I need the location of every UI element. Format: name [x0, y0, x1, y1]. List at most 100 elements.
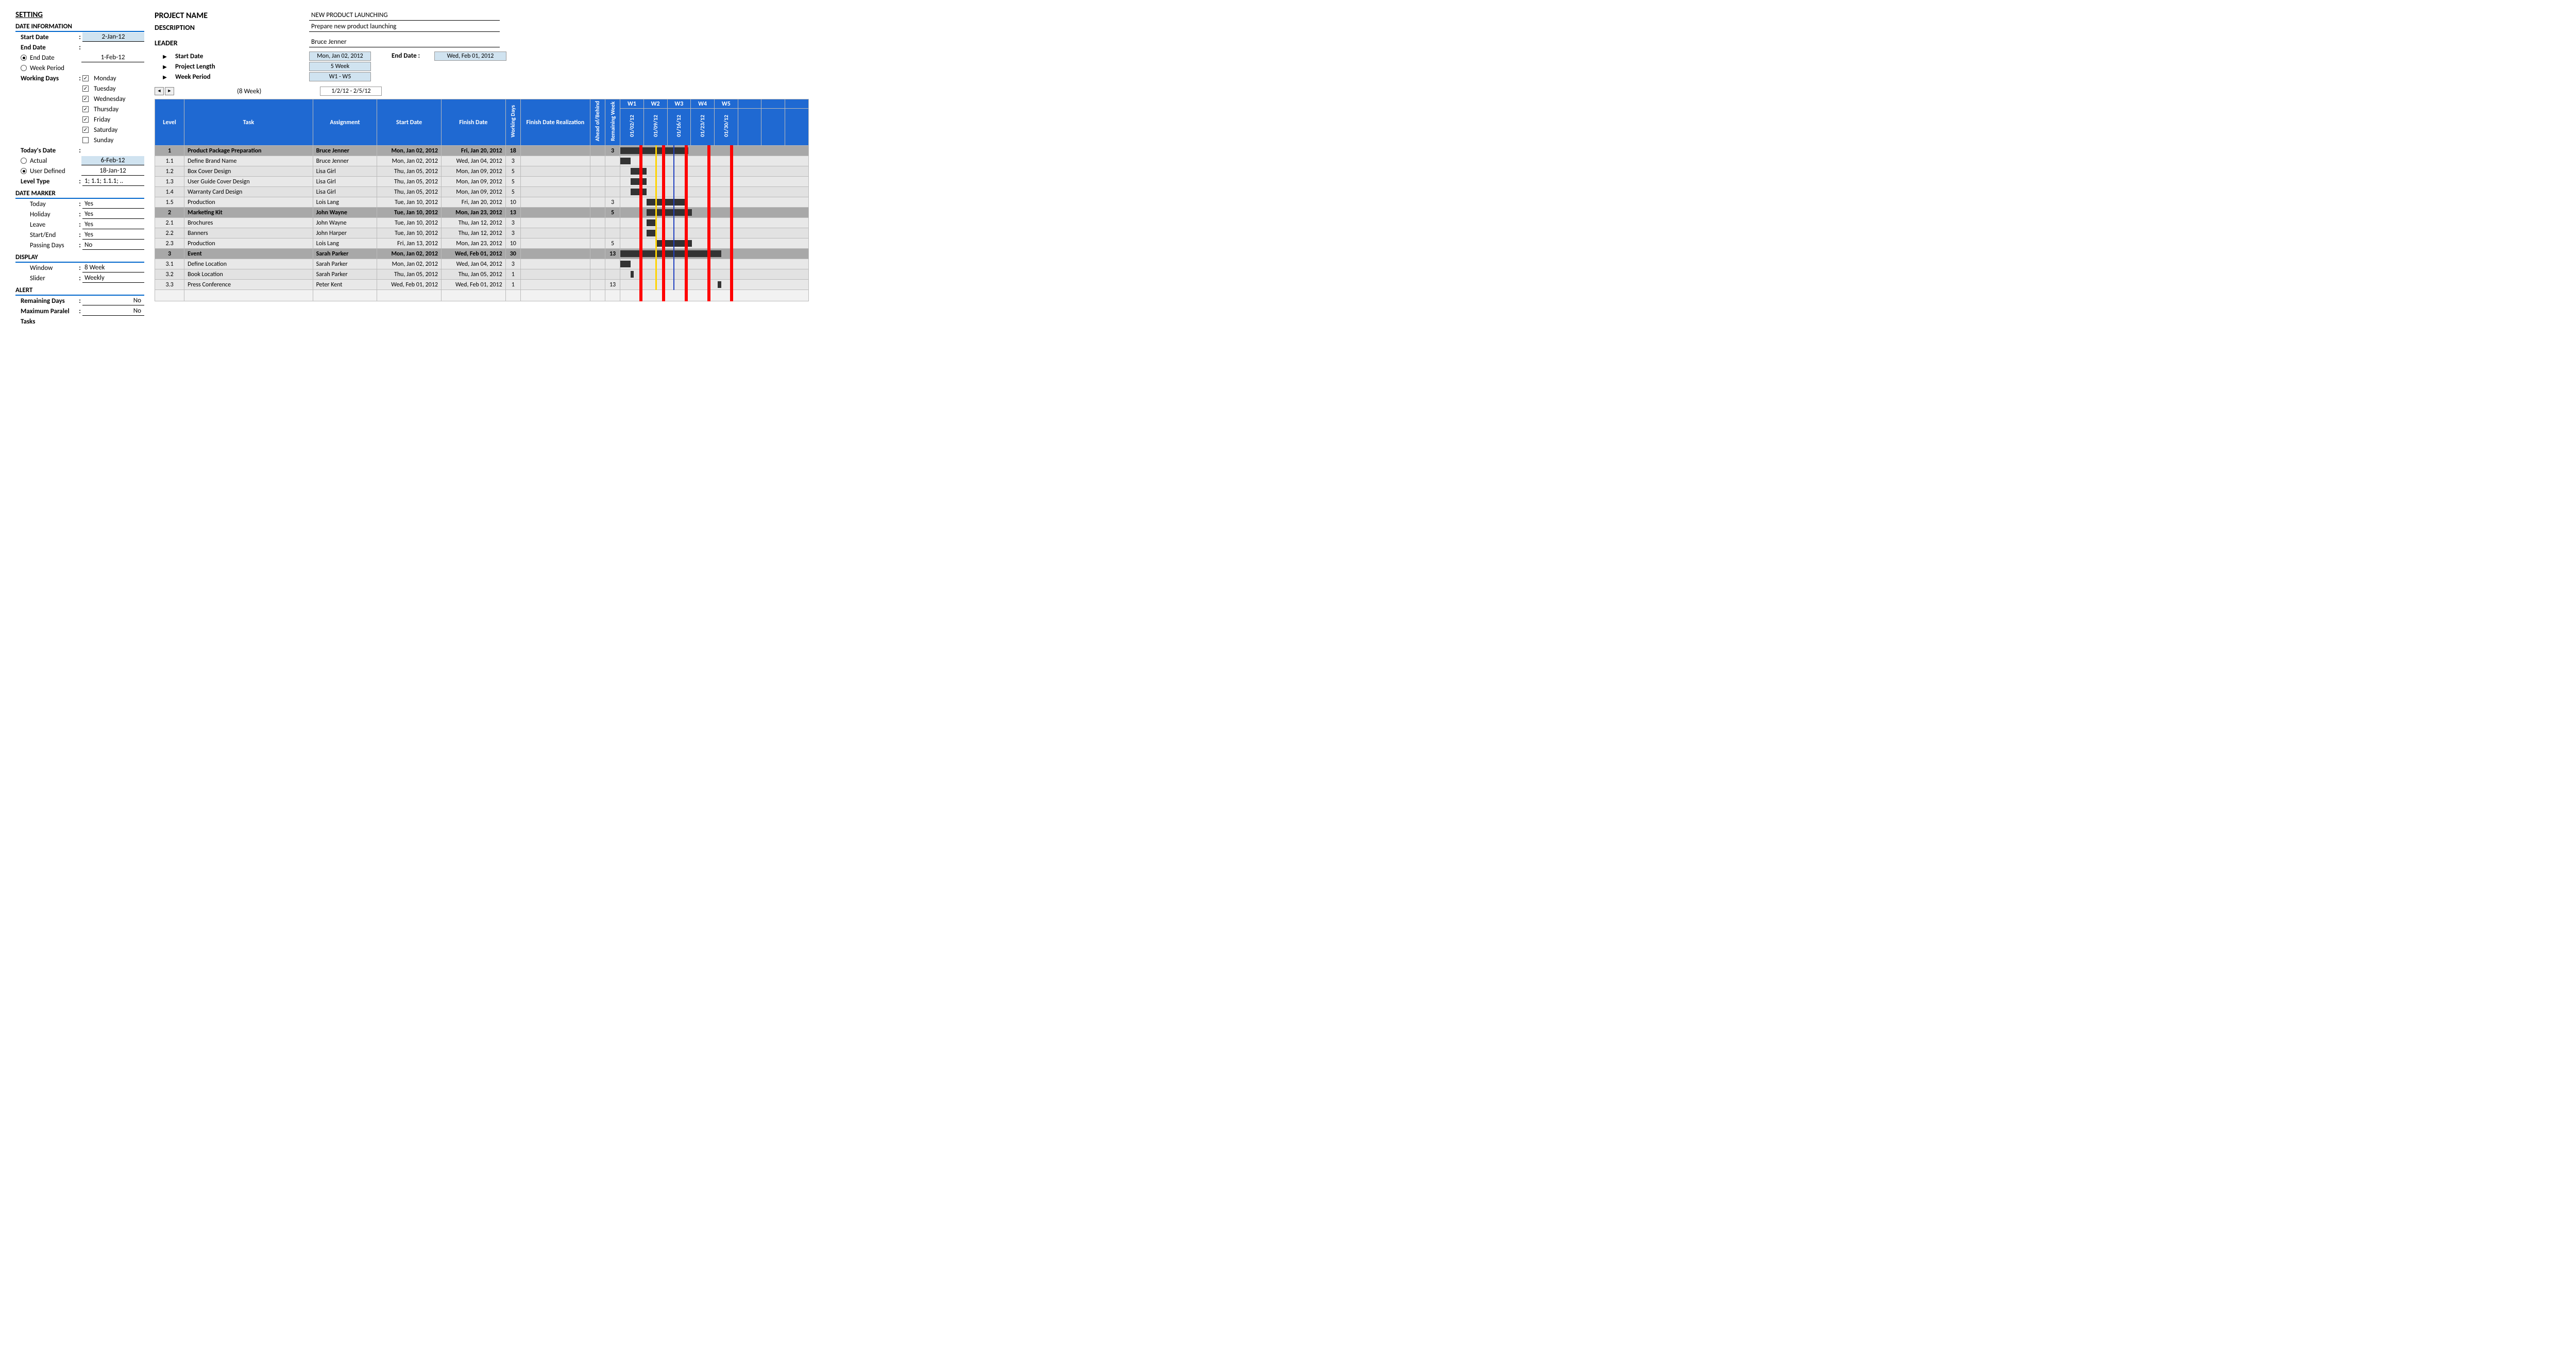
- actual-date-value[interactable]: 6-Feb-12: [81, 156, 144, 165]
- th-w2: W2: [643, 99, 667, 109]
- today-marker-label: Today: [15, 200, 77, 208]
- window-value[interactable]: 8 Week: [82, 263, 144, 272]
- start-date-value[interactable]: 2-Jan-12: [82, 32, 144, 42]
- project-name-value[interactable]: NEW PRODUCT LAUNCHING: [309, 10, 500, 21]
- actual-date-label: Actual: [30, 157, 81, 165]
- table-row[interactable]: 3.1Define LocationSarah ParkerMon, Jan 0…: [155, 259, 809, 269]
- window-label: Window: [15, 264, 77, 272]
- display-title: DISPLAY: [15, 253, 144, 263]
- holiday-marker-value[interactable]: Yes: [82, 210, 144, 219]
- gantt-bar: [631, 189, 647, 195]
- day-saturday: Saturday: [94, 126, 117, 134]
- gantt-cell: [620, 166, 809, 177]
- gantt-cell: [620, 197, 809, 208]
- expand-icon[interactable]: ▶: [155, 53, 175, 60]
- date-info-title: DATE INFORMATION: [15, 23, 144, 32]
- table-row[interactable]: 1.2Box Cover DesignLisa GirlThu, Jan 05,…: [155, 166, 809, 177]
- end-date-radio[interactable]: [21, 55, 27, 61]
- th-w1: W1: [620, 99, 644, 109]
- chk-thursday[interactable]: [82, 106, 89, 112]
- th-remaining: Remaining Week: [605, 99, 620, 146]
- chk-saturday[interactable]: [82, 127, 89, 133]
- info-end-label: End Date :: [371, 52, 433, 60]
- gantt-cell: [620, 208, 809, 218]
- day-wednesday: Wednesday: [94, 95, 125, 103]
- table-row[interactable]: 2.2BannersJohn HarperTue, Jan 10, 2012Th…: [155, 228, 809, 238]
- gantt-bar: [631, 168, 647, 175]
- info-start-value: Mon, Jan 02, 2012: [309, 52, 371, 61]
- level-type-value[interactable]: 1; 1.1; 1.1.1; ..: [82, 177, 144, 186]
- description-value[interactable]: Prepare new product launching: [309, 22, 500, 32]
- gantt-bar: [647, 199, 685, 206]
- gantt-cell: [620, 187, 809, 197]
- info-wp-value: W1 - W5: [309, 72, 371, 81]
- end-date-value[interactable]: 1-Feb-12: [81, 53, 144, 62]
- end-date-option: End Date: [30, 54, 81, 62]
- th-working-days: Working Days: [505, 99, 520, 146]
- table-row[interactable]: 3.2Book LocationSarah ParkerThu, Jan 05,…: [155, 269, 809, 280]
- tasks-label: Tasks: [15, 318, 77, 326]
- table-row: [155, 290, 809, 301]
- max-parallel-label: Maximum Paralel: [15, 308, 77, 315]
- table-row[interactable]: 3EventSarah ParkerMon, Jan 02, 2012Wed, …: [155, 249, 809, 259]
- th-date-2: 01/09/12: [643, 109, 667, 146]
- date-marker-title: DATE MARKER: [15, 190, 144, 199]
- gantt-cell: [620, 280, 809, 290]
- gantt-bar: [620, 158, 631, 164]
- week-period-radio[interactable]: [21, 65, 27, 71]
- th-date-5: 01/30/12: [714, 109, 738, 146]
- table-row[interactable]: 2.3ProductionLois LangFri, Jan 13, 2012M…: [155, 238, 809, 249]
- remaining-days-label: Remaining Days: [15, 297, 77, 305]
- leader-value[interactable]: Bruce Jenner: [309, 37, 500, 47]
- passing-days-value[interactable]: No: [82, 241, 144, 250]
- description-label: DESCRIPTION: [155, 23, 309, 32]
- chk-monday[interactable]: [82, 75, 89, 81]
- max-parallel-value[interactable]: No: [82, 306, 144, 316]
- table-row[interactable]: 1.5ProductionLois LangTue, Jan 10, 2012F…: [155, 197, 809, 208]
- chk-friday[interactable]: [82, 116, 89, 123]
- chk-sunday[interactable]: [82, 137, 89, 143]
- table-row[interactable]: 1.1Define Brand NameBruce JennerMon, Jan…: [155, 156, 809, 166]
- leave-marker-value[interactable]: Yes: [82, 220, 144, 229]
- th-w4: W4: [691, 99, 715, 109]
- level-type-label: Level Type: [15, 178, 77, 185]
- startend-marker-value[interactable]: Yes: [82, 230, 144, 240]
- th-w5: W5: [714, 99, 738, 109]
- th-task: Task: [184, 99, 313, 146]
- remaining-days-value[interactable]: No: [82, 296, 144, 305]
- th-date-3: 01/16/12: [667, 109, 691, 146]
- nav-prev-button[interactable]: ◄: [155, 87, 164, 95]
- end-date-label: End Date: [15, 44, 77, 52]
- table-row[interactable]: 1Product Package PreparationBruce Jenner…: [155, 146, 809, 156]
- day-thursday: Thursday: [94, 106, 118, 113]
- gantt-bar: [620, 147, 688, 154]
- table-row[interactable]: 1.4Warranty Card DesignLisa GirlThu, Jan…: [155, 187, 809, 197]
- chk-wednesday[interactable]: [82, 96, 89, 102]
- table-row[interactable]: 2.1BrochuresJohn WayneTue, Jan 10, 2012T…: [155, 218, 809, 228]
- th-level: Level: [155, 99, 184, 146]
- expand-icon[interactable]: ▶: [155, 63, 175, 70]
- gantt-bar: [620, 261, 631, 267]
- user-date-value[interactable]: 18-Jan-12: [81, 166, 144, 176]
- nav-next-button[interactable]: ►: [165, 87, 174, 95]
- user-date-label: User Defined: [30, 167, 81, 175]
- actual-date-radio[interactable]: [21, 158, 27, 164]
- table-row[interactable]: 3.3Press ConferencePeter KentWed, Feb 01…: [155, 280, 809, 290]
- gantt-bar: [631, 178, 647, 185]
- th-finish-real: Finish Date Realization: [520, 99, 590, 146]
- nav-caption: (8 Week): [237, 88, 261, 95]
- table-row[interactable]: 1.3User Guide Cover DesignLisa GirlThu, …: [155, 177, 809, 187]
- table-row[interactable]: 2Marketing KitJohn WayneTue, Jan 10, 201…: [155, 208, 809, 218]
- gantt-cell: [620, 218, 809, 228]
- leave-marker-label: Leave: [15, 221, 77, 229]
- th-date-4: 01/23/12: [691, 109, 715, 146]
- gantt-cell: [620, 228, 809, 238]
- leader-label: LEADER: [155, 39, 309, 47]
- main-panel: PROJECT NAME NEW PRODUCT LAUNCHING DESCR…: [155, 10, 2571, 327]
- slider-value[interactable]: Weekly: [82, 274, 144, 283]
- day-sunday: Sunday: [94, 137, 113, 144]
- expand-icon[interactable]: ▶: [155, 74, 175, 80]
- user-date-radio[interactable]: [21, 168, 27, 174]
- chk-tuesday[interactable]: [82, 86, 89, 92]
- today-marker-value[interactable]: Yes: [82, 199, 144, 209]
